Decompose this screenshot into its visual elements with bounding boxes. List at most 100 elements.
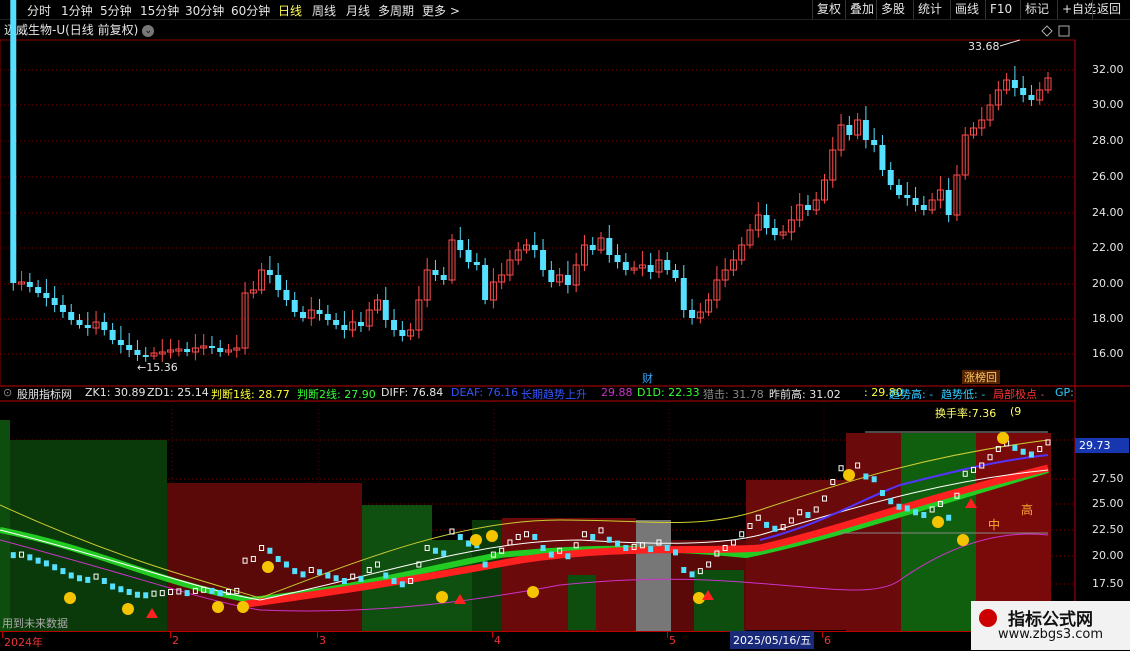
candle-body bbox=[473, 262, 480, 265]
indicator-candle bbox=[457, 534, 463, 540]
indicator-candle bbox=[267, 547, 273, 554]
candle-body bbox=[912, 198, 919, 205]
price-chart[interactable]: 33.68 ←15.36 财 涨榜回高中 bbox=[0, 0, 1130, 650]
indicator-candle bbox=[921, 512, 927, 518]
candle-body bbox=[622, 262, 629, 270]
candle-body bbox=[399, 330, 406, 336]
high-marker: 33.68 bbox=[968, 40, 1000, 53]
candle-body bbox=[84, 325, 91, 328]
current-value-label: 29.73 bbox=[1075, 438, 1129, 453]
label-mid: 中 bbox=[988, 517, 1000, 532]
future-data-note: 用到未来数据 bbox=[2, 617, 68, 630]
selected-date-box: 2025/05/16/五 bbox=[730, 631, 815, 649]
indicator-value: 长期趋势上升 bbox=[521, 388, 587, 401]
indicator-value: 判断1线: 28.77 bbox=[211, 388, 290, 401]
indicator-menu-icon[interactable]: ⊙ bbox=[3, 386, 12, 399]
candle-body bbox=[51, 298, 58, 305]
candle-body bbox=[440, 275, 447, 280]
indicator-candle bbox=[764, 521, 770, 528]
watermark-logo: 指标公式网 www.zbgs3.com bbox=[971, 601, 1130, 650]
indicator-candle bbox=[85, 576, 91, 583]
indicator-candle bbox=[606, 536, 612, 543]
indicator-value: GP: bbox=[1055, 386, 1074, 399]
candle-body bbox=[465, 250, 472, 262]
candle-body bbox=[540, 250, 547, 270]
indicator-candle bbox=[383, 572, 389, 579]
indicator-candle bbox=[681, 567, 687, 573]
candle-body bbox=[763, 215, 770, 228]
window-icon bbox=[1058, 25, 1070, 37]
indicator-candle bbox=[863, 473, 869, 480]
candle-body bbox=[871, 140, 878, 145]
candle-body bbox=[672, 270, 679, 278]
candle-body bbox=[26, 282, 33, 287]
indicator-candle bbox=[946, 514, 952, 521]
date-tick-label: 6 bbox=[824, 634, 831, 647]
smiley-icon bbox=[262, 561, 274, 573]
indicator-candle bbox=[333, 575, 339, 582]
indicator-candle bbox=[805, 512, 811, 518]
candle-body bbox=[324, 314, 331, 320]
indicator-candle bbox=[432, 547, 438, 554]
indicator-candle bbox=[341, 578, 347, 584]
indicator-band bbox=[901, 433, 976, 631]
candle-body bbox=[316, 310, 323, 314]
indicator-candle bbox=[482, 561, 488, 568]
indicator-tick-label: 22.50 bbox=[1092, 523, 1124, 536]
indicator-candle bbox=[35, 557, 41, 564]
candle-body bbox=[266, 270, 273, 275]
price-tick-label: 30.00 bbox=[1092, 98, 1124, 111]
indicator-candle bbox=[143, 592, 149, 599]
candle-body bbox=[43, 293, 50, 298]
indicator-tick-label: 25.00 bbox=[1092, 497, 1124, 510]
limit-badge: 涨榜回 bbox=[964, 370, 997, 384]
price-tick-label: 26.00 bbox=[1092, 170, 1124, 183]
candle-body bbox=[904, 195, 911, 198]
candle-body bbox=[35, 287, 42, 293]
indicator-candle bbox=[10, 552, 16, 559]
smiley-icon bbox=[237, 601, 249, 613]
candle-body bbox=[142, 355, 149, 357]
candle-body bbox=[68, 312, 75, 320]
smiley-icon bbox=[64, 592, 76, 604]
indicator-value: DEAF: 76.16 bbox=[451, 386, 519, 399]
indicator-candle bbox=[27, 554, 33, 561]
candle-body bbox=[614, 255, 621, 262]
indicator-value: 趋势高: - bbox=[889, 388, 934, 401]
indicator-header: ⊙ 股朋指标网 ZK1: 30.89 ZD1: 25.14 判断1线: 28.77 判断2… bbox=[0, 385, 1130, 420]
indicator-band bbox=[846, 433, 901, 631]
indicator-candle bbox=[43, 560, 49, 567]
date-tick bbox=[2, 632, 3, 638]
indicator-candle bbox=[60, 568, 66, 575]
price-tick-label: 16.00 bbox=[1092, 347, 1124, 360]
indicator-candle bbox=[532, 534, 538, 540]
candle-body bbox=[531, 245, 538, 250]
candle-body bbox=[208, 346, 215, 348]
smiley-icon bbox=[436, 591, 448, 603]
indicator-candle bbox=[275, 556, 281, 562]
candle-body bbox=[432, 270, 439, 275]
smiley-icon bbox=[997, 432, 1009, 444]
candle-body bbox=[879, 145, 886, 170]
candle-body bbox=[920, 205, 927, 210]
finance-badge: 财 bbox=[642, 371, 653, 385]
candle-body bbox=[945, 190, 952, 215]
candle-body bbox=[1011, 80, 1018, 88]
candle-body bbox=[126, 345, 133, 350]
candle-body bbox=[10, 0, 17, 283]
indicator-candle bbox=[300, 571, 306, 578]
indicator-candle bbox=[664, 545, 670, 551]
candle-body bbox=[664, 260, 671, 270]
date-tick-label: 5 bbox=[669, 634, 676, 647]
indicator-candle bbox=[118, 586, 124, 593]
price-tick-label: 32.00 bbox=[1092, 63, 1124, 76]
indicator-value: 局部极点 - bbox=[993, 388, 1045, 401]
indicator-candle bbox=[772, 525, 778, 532]
turnover-tail: (9 bbox=[1010, 405, 1022, 418]
date-tick-label: 3 bbox=[319, 634, 326, 647]
smiley-icon bbox=[486, 530, 498, 542]
indicator-candle bbox=[134, 591, 140, 598]
date-tick bbox=[317, 632, 318, 638]
indicator-value: 判断2线: 27.90 bbox=[297, 388, 376, 401]
candle-body bbox=[1020, 88, 1027, 95]
